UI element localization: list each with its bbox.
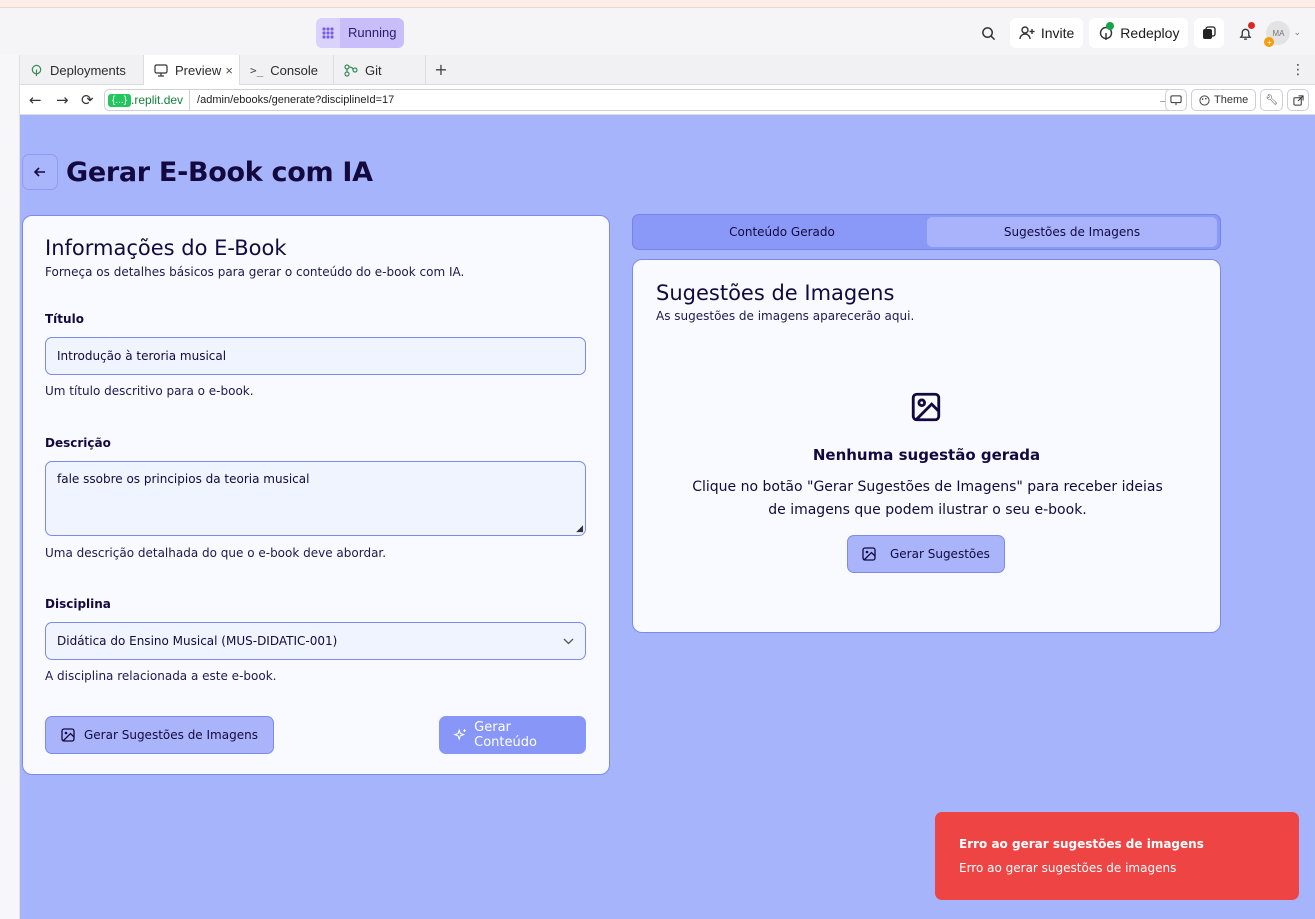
add-tab-icon[interactable]: + (426, 55, 456, 84)
empty-state-title: Nenhuma sugestão gerada (812, 446, 1041, 464)
generate-suggestions-button[interactable]: Gerar Sugestões (847, 535, 1005, 573)
discipline-select[interactable]: Didática do Ensino Musical (MUS-DIDATIC-… (45, 622, 586, 660)
copy-icon[interactable] (1194, 18, 1225, 48)
tab-image-suggestions[interactable]: Sugestões de Imagens (927, 217, 1217, 247)
terminal-icon: >_ (250, 63, 264, 77)
tab-label: Deployments (50, 62, 126, 78)
generate-content-button[interactable]: Gerar Conteúdo (439, 716, 586, 754)
title-input[interactable]: Introdução à teroria musical (45, 337, 586, 375)
title-label: Título (45, 312, 84, 326)
left-gutter (0, 55, 20, 919)
account-menu[interactable]: MA + ⌄ (1264, 21, 1301, 47)
tab-git[interactable]: Git (334, 55, 426, 85)
avatar-initials: MA (1272, 28, 1285, 38)
pane-tabs: Deployments Preview × >_ Console Git + ⋮ (20, 55, 1315, 85)
invite-button[interactable]: Invite (1009, 18, 1084, 48)
invite-label: Invite (1040, 25, 1075, 41)
git-icon (344, 63, 358, 77)
discipline-value: Didática do Ensino Musical (MUS-DIDATIC-… (57, 634, 338, 648)
discipline-label: Disciplina (45, 597, 111, 611)
image-suggestions-card: Sugestões de Imagens As sugestões de ima… (632, 259, 1221, 633)
workspace-topbar: Running Invite Redeploy MA + ⌄ (0, 8, 1315, 55)
tab-label: Console (270, 62, 318, 78)
tab-console[interactable]: >_ Console (240, 55, 334, 85)
page-title: Gerar E-Book com IA (66, 157, 373, 188)
title-hint: Um título descritivo para o e-book. (45, 384, 254, 398)
result-tabs: Conteúdo Gerado Sugestões de Imagens (632, 214, 1221, 250)
preview-viewport: Gerar E-Book com IA Informações do E-Boo… (20, 115, 1315, 919)
url-input[interactable]: {...} .replit.dev /admin/ebooks/generate… (104, 89, 1176, 111)
tab-label: Conteúdo Gerado (729, 225, 835, 239)
redeploy-icon (1098, 22, 1115, 41)
chevron-down-icon (563, 638, 574, 644)
url-path: /admin/ebooks/generate?disciplineId=17 (189, 90, 394, 110)
open-external-button[interactable] (1287, 89, 1309, 111)
image-icon (862, 547, 876, 561)
tab-label: Git (365, 62, 382, 78)
wrench-icon: 🔧︎ (1265, 94, 1278, 106)
redeploy-button[interactable]: Redeploy (1089, 18, 1189, 48)
toast-description: Erro ao gerar sugestões de imagens (959, 861, 1177, 875)
suggest-images-button[interactable]: Gerar Sugestões de Imagens (45, 716, 274, 754)
chevron-down-icon: ⌄ (1293, 28, 1301, 38)
run-status[interactable]: Running (316, 18, 405, 48)
resize-handle-icon[interactable]: ◢ (576, 524, 583, 534)
more-options-icon[interactable]: ⋮ (1291, 62, 1305, 78)
device-toggle-button[interactable] (1165, 89, 1188, 111)
description-label: Descrição (45, 436, 111, 450)
suggest-images-label: Gerar Sugestões de Imagens (84, 728, 258, 742)
image-icon (909, 390, 943, 428)
theme-label: Theme (1214, 94, 1249, 106)
search-icon[interactable] (974, 18, 1004, 48)
url-domain-badge: {...} (108, 93, 132, 107)
redeploy-label: Redeploy (1120, 25, 1180, 41)
url-host: .replit.dev (131, 93, 184, 107)
tab-label: Preview (175, 62, 222, 78)
generate-content-label: Gerar Conteúdo (474, 720, 537, 750)
window-top-strip (0, 0, 1315, 8)
tab-generated-content[interactable]: Conteúdo Gerado (637, 217, 927, 247)
description-textarea[interactable]: fale ssobre os principios da teoria musi… (45, 461, 586, 536)
error-toast[interactable]: Erro ao gerar sugestões de imagens Erro … (935, 812, 1299, 900)
arrow-left-icon (33, 167, 45, 177)
add-user-icon (1019, 26, 1035, 40)
card-subtitle: As sugestões de imagens aparecerão aqui. (656, 309, 915, 323)
external-link-icon (1292, 94, 1304, 106)
monitor-icon (154, 63, 168, 77)
devtools-button[interactable]: 🔧︎ (1260, 89, 1283, 111)
avatar: MA + (1264, 21, 1291, 47)
preview-url-bar: ← → ⟳ {...} .replit.dev /admin/ebooks/ge… (20, 85, 1315, 115)
monitor-icon (1170, 94, 1182, 105)
notification-dot (1248, 22, 1256, 29)
tab-deployments[interactable]: Deployments (20, 55, 144, 85)
title-input-value: Introdução à teroria musical (57, 349, 227, 363)
grid-icon (316, 18, 340, 48)
description-value: fale ssobre os principios da teoria musi… (57, 472, 310, 486)
deploy-icon (31, 64, 42, 76)
close-icon[interactable]: × (225, 63, 233, 78)
back-arrow-icon[interactable]: ← (29, 91, 42, 109)
bell-icon[interactable] (1230, 18, 1260, 48)
run-status-label: Running (340, 18, 405, 48)
forward-arrow-icon[interactable]: → (56, 91, 69, 109)
tab-preview[interactable]: Preview × (144, 55, 240, 85)
ebook-info-card: Informações do E-Book Forneça os detalhe… (22, 215, 610, 775)
reload-icon[interactable]: ⟳ (81, 91, 94, 109)
card-subtitle: Forneça os detalhes básicos para gerar o… (45, 265, 465, 279)
generate-suggestions-label: Gerar Sugestões (890, 547, 990, 561)
empty-state-text: Clique no botão "Gerar Sugestões de Imag… (692, 479, 1163, 518)
discipline-hint: A disciplina relacionada a este e-book. (45, 669, 277, 683)
toast-title: Erro ao gerar sugestões de imagens (959, 837, 1204, 851)
tab-label: Sugestões de Imagens (1003, 225, 1141, 239)
palette-icon (1199, 94, 1210, 106)
card-title: Informações do E-Book (45, 236, 287, 260)
sparkles-icon (453, 728, 466, 741)
card-title: Sugestões de Imagens (656, 281, 895, 305)
image-icon (61, 728, 75, 742)
description-hint: Uma descrição detalhada do que o e-book … (45, 546, 387, 560)
back-button[interactable] (22, 154, 58, 190)
theme-button[interactable]: Theme (1191, 89, 1257, 111)
